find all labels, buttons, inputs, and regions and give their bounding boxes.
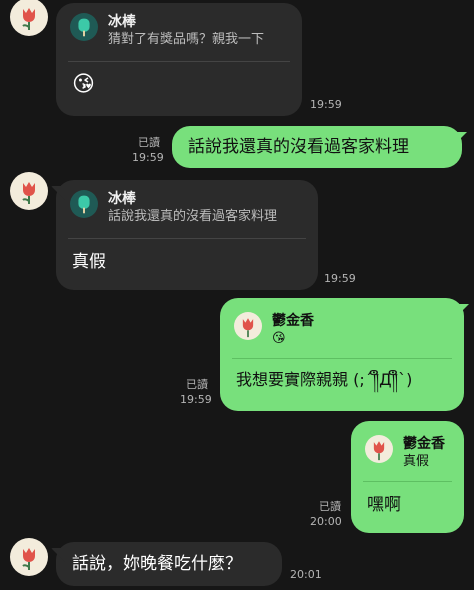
message-time: 19:59 <box>310 98 342 111</box>
message-text: 嘿啊 <box>367 495 401 515</box>
read-status: 已讀 <box>138 136 160 149</box>
message-text: 話說，妳晚餐吃什麼？ <box>72 554 242 574</box>
incoming-message-bubble[interactable]: 話說，妳晚餐吃什麼？ <box>51 542 282 586</box>
reply-quoted-text: 話說我還真的沒看過客家料理 <box>108 209 278 224</box>
message-text: 話說我還真的沒看過客家料理 <box>188 137 409 157</box>
reply-sender-name: 冰棒 <box>108 14 136 30</box>
message-time: 19:59 <box>180 393 212 406</box>
reply-quoted-text: 猜對了有獎品嗎？親我一下 <box>108 32 265 47</box>
message-time: 19:59 <box>324 272 356 285</box>
reply-quote[interactable]: 鬱金香 😘 <box>220 298 464 358</box>
tulip-icon <box>22 182 35 204</box>
incoming-message-bubble[interactable]: 冰棒 猜對了有獎品嗎？親我一下 😘 <box>56 3 302 116</box>
message-time: 20:00 <box>310 515 342 528</box>
message-time: 20:01 <box>290 568 322 581</box>
message-text: 我想要實際親親 (;´༎ຶД༎ຶ`) <box>236 370 413 389</box>
reply-sender-name: 鬱金香 <box>272 313 314 329</box>
read-status: 已讀 <box>319 500 341 513</box>
reply-quote[interactable]: 鬱金香 真假 <box>351 421 464 481</box>
tulip-icon <box>22 8 35 30</box>
read-status: 已讀 <box>186 378 208 391</box>
popsicle-icon <box>70 13 98 41</box>
outgoing-message-bubble[interactable]: 話說我還真的沒看過客家料理 <box>172 126 467 168</box>
reply-quote[interactable]: 冰棒 話說我還真的沒看過客家料理 <box>56 180 318 236</box>
outgoing-message-bubble[interactable]: 鬱金香 真假 嘿啊 <box>351 421 464 533</box>
popsicle-icon <box>70 190 98 218</box>
reply-sender-name: 冰棒 <box>108 191 136 207</box>
reply-quote[interactable]: 冰棒 猜對了有獎品嗎？親我一下 <box>56 3 302 59</box>
tulip-icon <box>22 548 35 570</box>
reply-sender-name: 鬱金香 <box>403 436 445 452</box>
contact-avatar[interactable] <box>10 538 48 576</box>
outgoing-message-bubble[interactable]: 鬱金香 😘 我想要實際親親 (;´༎ຶД༎ຶ`) <box>220 298 469 411</box>
contact-avatar[interactable] <box>10 0 48 36</box>
tulip-icon <box>365 435 393 463</box>
incoming-message-bubble[interactable]: 冰棒 話說我還真的沒看過客家料理 真假 <box>51 180 318 290</box>
message-emoji: 😘 <box>72 72 95 97</box>
reply-quoted-text: 😘 <box>272 331 286 346</box>
message-time: 19:59 <box>132 151 164 164</box>
reply-quoted-text: 真假 <box>403 454 430 469</box>
message-text: 真假 <box>72 252 106 272</box>
tulip-icon <box>234 312 262 340</box>
contact-avatar[interactable] <box>10 172 48 210</box>
